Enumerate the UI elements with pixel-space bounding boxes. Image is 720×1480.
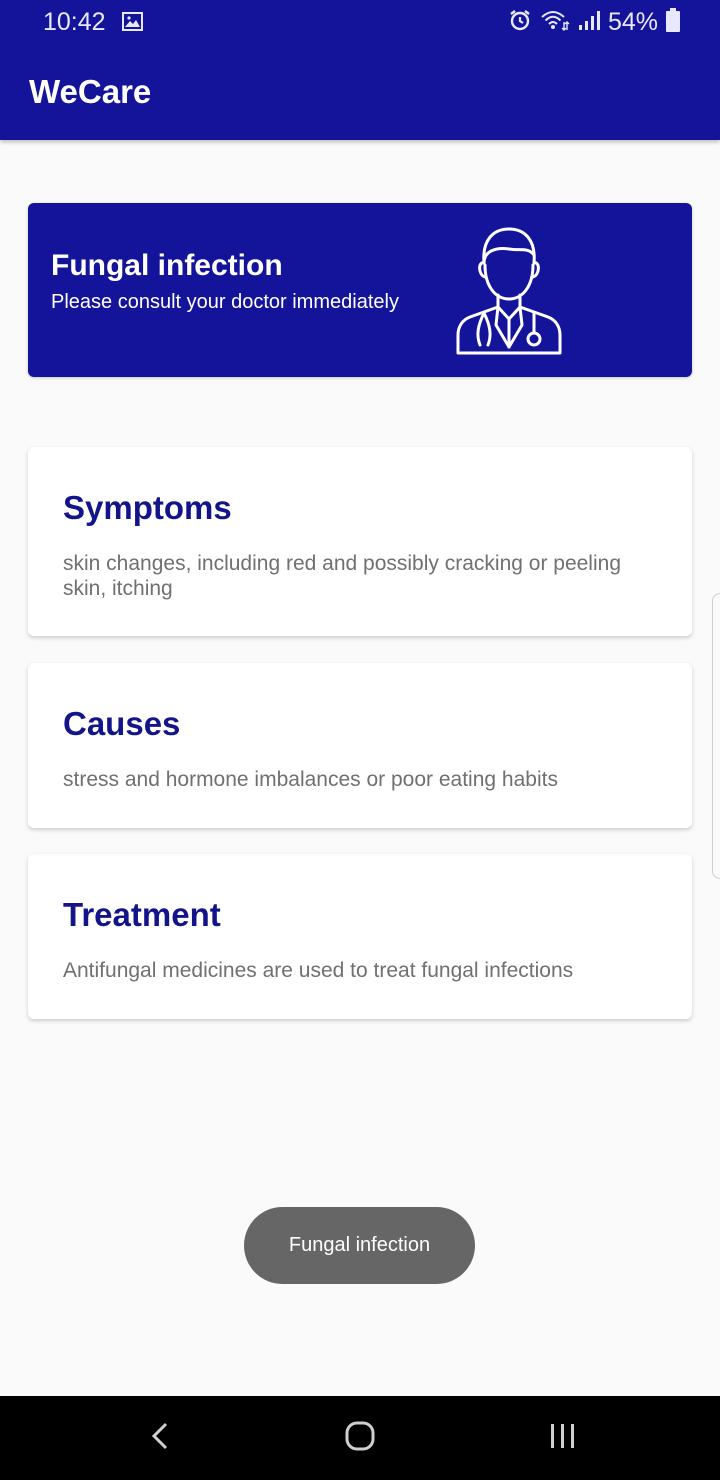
back-icon (150, 1421, 170, 1456)
causes-text: stress and hormone imbalances or poor ea… (63, 768, 558, 791)
battery-icon (666, 8, 680, 37)
toast-message: Fungal infection (244, 1207, 475, 1284)
symptoms-text: skin changes, including red and possibly… (63, 552, 621, 600)
battery-percent: 54% (607, 8, 658, 36)
symptoms-card: Symptoms skin changes, including red and… (28, 447, 692, 636)
causes-card: Causes stress and hormone imbalances or … (28, 663, 692, 828)
status-bar: 10:42 54% (0, 0, 720, 45)
diagnosis-banner: Fungal infection Please consult your doc… (28, 203, 692, 377)
alarm-icon (508, 8, 532, 37)
treatment-text: Antifungal medicines are used to treat f… (63, 959, 574, 982)
treatment-card: Treatment Antifungal medicines are used … (28, 854, 692, 1019)
status-indicators: 54% (508, 8, 680, 37)
banner-subtitle: Please consult your doctor immediately (51, 291, 399, 313)
signal-icon (578, 9, 600, 36)
navigation-bar (0, 1396, 720, 1480)
app-title: WeCare (29, 73, 152, 110)
app-bar: WeCare (0, 45, 720, 140)
image-icon (122, 12, 143, 36)
status-time: 10:42 (43, 8, 106, 36)
symptoms-title: Symptoms (63, 489, 232, 526)
home-icon (345, 1421, 375, 1456)
edge-panel-handle[interactable] (712, 593, 720, 879)
home-button[interactable] (330, 1396, 390, 1480)
recents-button[interactable] (533, 1396, 593, 1480)
wifi-icon (540, 9, 570, 36)
back-button[interactable] (130, 1396, 190, 1480)
causes-title: Causes (63, 705, 181, 742)
treatment-title: Treatment (63, 896, 221, 933)
doctor-icon (448, 225, 570, 362)
banner-title: Fungal infection (51, 249, 283, 282)
recents-icon (549, 1423, 577, 1454)
